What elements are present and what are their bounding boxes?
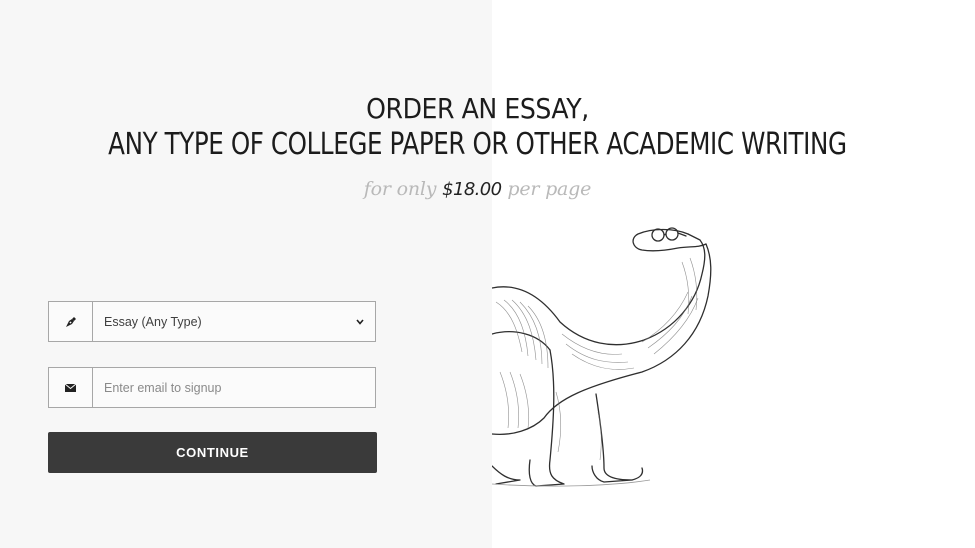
headline-line-2: ANY TYPE OF COLLEGE PAPER OR OTHER ACADE… <box>108 127 847 162</box>
dinosaur-illustration <box>492 227 712 487</box>
chevron-down-icon[interactable] <box>345 302 375 341</box>
envelope-icon <box>49 368 93 407</box>
price-tagline: for only $18.00 per page <box>0 178 955 200</box>
price-prefix: for only <box>363 178 437 200</box>
email-input[interactable] <box>93 368 375 407</box>
continue-button[interactable]: CONTINUE <box>48 432 377 473</box>
paper-type-select[interactable]: Essay (Any Type) <box>48 301 376 342</box>
headline-line-1: ORDER AN ESSAY, <box>366 92 589 125</box>
price-value: $18.00 <box>442 179 502 200</box>
price-suffix: per page <box>507 178 592 200</box>
email-field[interactable] <box>48 367 376 408</box>
pen-nib-icon <box>49 302 93 341</box>
paper-type-value: Essay (Any Type) <box>104 314 202 329</box>
